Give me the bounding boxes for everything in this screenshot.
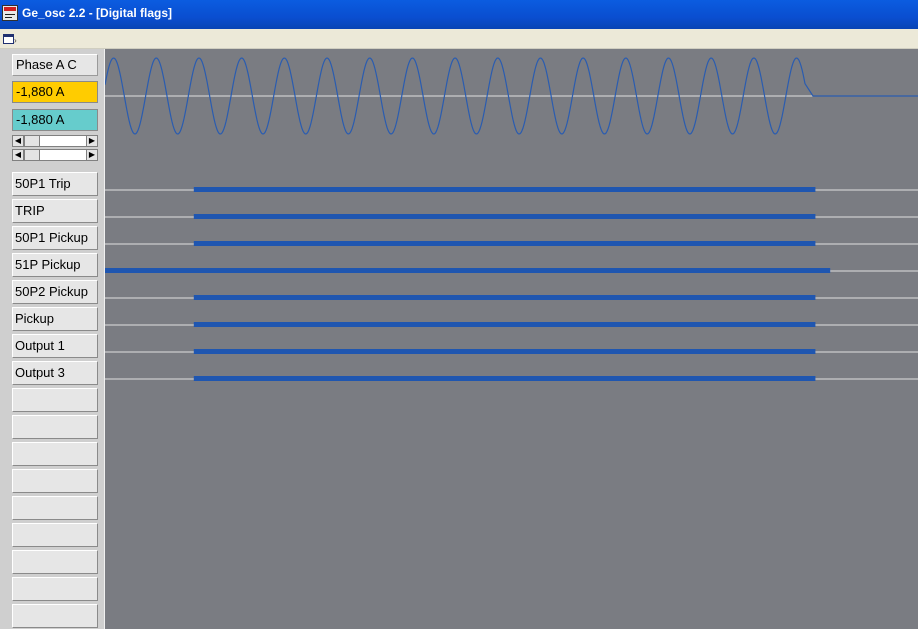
flag-label[interactable]: Output 3 <box>12 361 98 385</box>
window-title: Ge_osc 2.2 - [Digital flags] <box>22 6 173 20</box>
arrow-right-icon[interactable]: ▶ <box>86 136 97 146</box>
scroll-thumb[interactable] <box>24 136 40 146</box>
waveform-plot-area[interactable] <box>105 49 918 629</box>
flag-label[interactable]: 50P2 Pickup <box>12 280 98 304</box>
arrow-left-icon[interactable]: ◀ <box>13 150 24 160</box>
app-icon[interactable] <box>2 5 18 21</box>
empty-flag-slot[interactable] <box>12 496 98 520</box>
empty-flag-slot[interactable] <box>12 442 98 466</box>
flag-label[interactable]: TRIP <box>12 199 98 223</box>
flag-label[interactable]: Pickup <box>12 307 98 331</box>
empty-flag-slot[interactable] <box>12 523 98 547</box>
flag-active-trace <box>193 349 816 354</box>
analog-channel-label[interactable]: Phase A C <box>12 54 98 76</box>
document-window-icon[interactable]: › <box>2 32 17 45</box>
channel-sidebar: Phase A C -1,880 A -1,880 A ◀ ▶ ◀ ▶ 50P1… <box>0 49 105 629</box>
empty-flag-slot[interactable] <box>12 388 98 412</box>
empty-flag-slot[interactable] <box>12 469 98 493</box>
flag-label[interactable]: 51P Pickup <box>12 253 98 277</box>
cursor-a-value: -1,880 A <box>12 81 98 103</box>
flag-active-trace <box>193 322 816 327</box>
flag-active-trace <box>193 376 816 381</box>
menu-bar: › <box>0 29 918 49</box>
horizontal-scrollbar[interactable]: ◀ ▶ <box>12 149 98 161</box>
arrow-right-icon[interactable]: ▶ <box>86 150 97 160</box>
waveform-svg <box>105 57 918 381</box>
empty-flag-slot[interactable] <box>12 415 98 439</box>
flag-label[interactable]: 50P1 Pickup <box>12 226 98 250</box>
empty-flag-slot[interactable] <box>12 550 98 574</box>
flag-active-trace <box>193 187 816 192</box>
arrow-left-icon[interactable]: ◀ <box>13 136 24 146</box>
title-bar: Ge_osc 2.2 - [Digital flags] <box>0 0 918 29</box>
flag-active-trace <box>193 295 816 300</box>
flag-label[interactable]: 50P1 Trip <box>12 172 98 196</box>
empty-flag-slot[interactable] <box>12 577 98 601</box>
flag-active-trace <box>105 268 831 273</box>
flag-active-trace <box>193 241 816 246</box>
scroll-thumb[interactable] <box>24 150 40 160</box>
horizontal-scrollbar[interactable]: ◀ ▶ <box>12 135 98 147</box>
flag-label[interactable]: Output 1 <box>12 334 98 358</box>
empty-flag-slot[interactable] <box>12 604 98 628</box>
flag-active-trace <box>193 214 816 219</box>
cursor-b-value: -1,880 A <box>12 109 98 131</box>
